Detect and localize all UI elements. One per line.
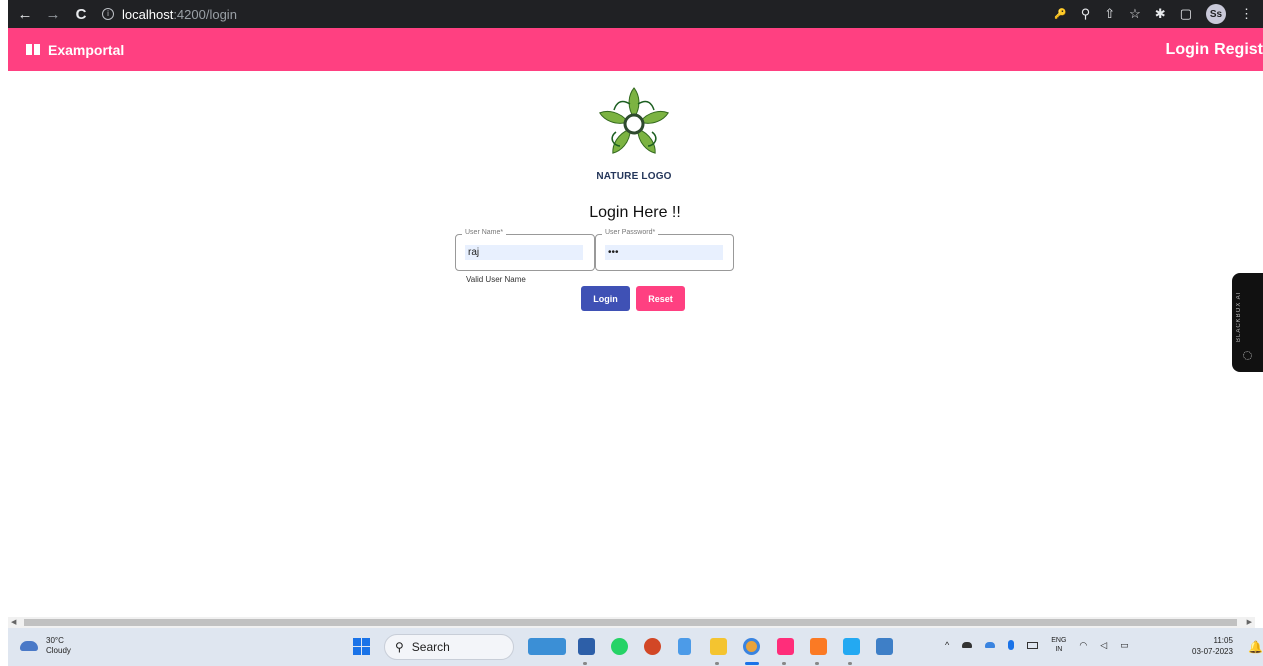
photos-app-icon[interactable] [876,638,893,655]
weather-widget[interactable]: 30°C Cloudy [20,636,71,656]
extensions-icon[interactable]: ✱ [1155,6,1166,22]
cloud-icon [20,641,38,651]
app-toolbar: Examportal Login Regist [8,28,1263,71]
toolbar-nav: Login Regist [1161,28,1263,71]
onedrive-icon[interactable] [962,642,973,648]
blackbox-dots-icon [1243,351,1252,360]
language-indicator[interactable]: ENG IN [1051,636,1066,654]
scroll-right-icon[interactable]: ▶ [1247,617,1252,628]
site-info-icon[interactable]: i [102,8,114,20]
browser-actions: 🔑 ⚲ ⇧ ☆ ✱ ▢ Ss ⋮ [1054,4,1263,24]
scrollbar-thumb[interactable] [24,619,1237,626]
language-code: ENG [1051,637,1067,644]
file-explorer-icon[interactable] [710,638,727,655]
key-icon[interactable]: 🔑 [1054,9,1066,20]
app-running-dot [815,662,819,665]
share-icon[interactable]: ⇧ [1104,6,1115,22]
tray-chevron-icon[interactable]: ^ [945,640,949,650]
taskbar-search[interactable]: ⚲ Search [384,634,514,660]
username-input[interactable]: raj [465,245,583,260]
chrome-icon[interactable] [743,638,760,655]
brand-name: Examportal [48,41,125,58]
password-label: User Password* [602,229,659,236]
zoom-icon[interactable]: ⚲ [1081,6,1091,22]
reload-icon[interactable]: C [70,6,92,23]
profile-avatar[interactable]: Ss [1206,4,1226,24]
forward-icon[interactable]: → [42,6,64,23]
back-icon[interactable]: ← [14,6,36,23]
nav-login-link[interactable]: Login [1166,41,1210,59]
nature-logo: NATURE LOGO [592,86,676,182]
username-label: User Name* [462,229,507,236]
chrome-active-indicator [745,662,759,665]
star-icon[interactable]: ☆ [1129,6,1141,22]
horizontal-scrollbar[interactable]: ◀ ▶ [8,617,1255,628]
keyboard-icon[interactable] [1027,641,1039,649]
cloud-sync-icon[interactable] [985,642,996,648]
app-running-dot [848,662,852,665]
notes-app-icon[interactable] [678,638,691,655]
url-host: localhost [122,6,174,22]
xampp-icon[interactable] [810,638,827,655]
weather-condition: Cloudy [46,646,71,655]
search-label: Search [411,640,450,654]
jetbrains-icon[interactable] [777,638,794,655]
temperature: 30°C [46,636,64,645]
wifi-icon[interactable]: ◠ [1079,640,1087,651]
username-field[interactable]: User Name* raj [455,229,595,271]
clock-date: 03-07-2023 [1192,647,1233,656]
scroll-left-icon[interactable]: ◀ [11,617,16,628]
login-title: Login Here !! [589,204,681,221]
search-icon: ⚲ [395,640,404,654]
password-field[interactable]: User Password* ••• [595,229,734,271]
notification-icon[interactable]: 🔔 [1248,640,1263,654]
blackbox-widget[interactable]: BLACKBOX AI [1232,273,1263,372]
brand[interactable]: Examportal [26,42,124,58]
book-icon [26,44,40,55]
battery-icon[interactable]: ▭ [1120,640,1129,651]
region-code: IN [1055,646,1063,653]
password-input[interactable]: ••• [605,245,723,260]
blackbox-label: BLACKBOX AI [1236,291,1242,343]
app-running-dot [715,662,719,665]
volume-icon[interactable]: ◁ [1100,640,1107,651]
login-button[interactable]: Login [581,286,630,311]
logo-caption: NATURE LOGO [596,171,672,182]
whatsapp-icon[interactable] [611,638,628,655]
side-panel-icon[interactable]: ▢ [1180,6,1192,22]
system-tray: ^ ENG IN ◠ ◁ ▭ [945,636,1129,654]
taskbar: 30°C Cloudy ⚲ Search ^ ENG IN ◠ ◁ ▭ 11:0… [8,628,1263,666]
url-path: :4200/login [173,6,237,22]
notepad-app-icon[interactable] [578,638,595,655]
clock-time: 11:05 [1213,636,1233,645]
app-running-dot [782,662,786,665]
vscode-icon[interactable] [843,638,860,655]
flower-logo-icon [599,87,669,154]
windows-start-icon[interactable] [353,638,370,655]
nav-register-link[interactable]: Regist [1214,41,1263,59]
news-widget-icon[interactable] [528,638,566,655]
reset-button[interactable]: Reset [636,286,685,311]
username-hint: Valid User Name [466,275,526,284]
browser-toolbar: ← → C i localhost:4200/login 🔑 ⚲ ⇧ ☆ ✱ ▢… [8,0,1263,28]
powerpoint-icon[interactable] [644,638,661,655]
address-bar[interactable]: i localhost:4200/login [102,3,1002,25]
bluetooth-icon[interactable] [1008,640,1015,650]
menu-icon[interactable]: ⋮ [1240,6,1253,22]
clock[interactable]: 11:05 03-07-2023 [1192,635,1233,657]
app-running-dot [583,662,587,665]
